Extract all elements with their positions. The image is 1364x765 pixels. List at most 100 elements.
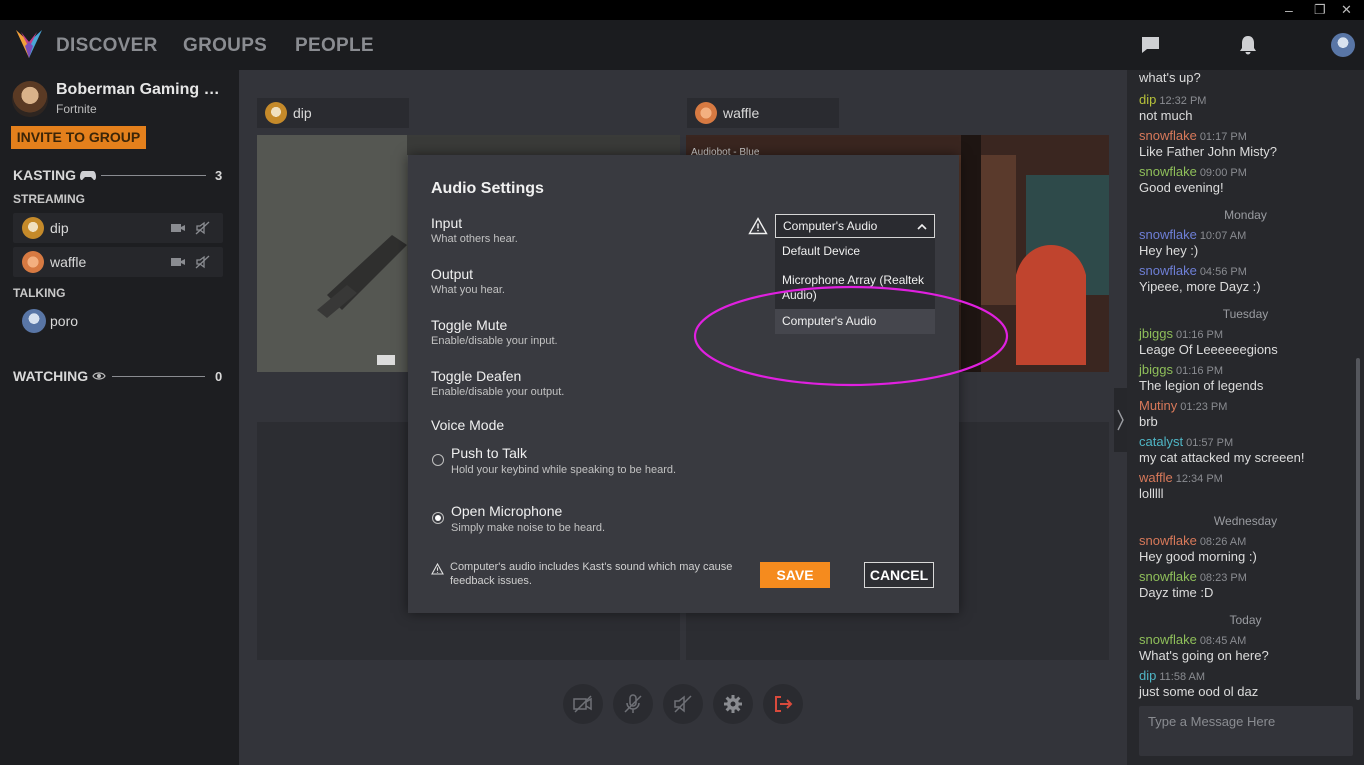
kasting-heading: KASTING — [13, 167, 76, 183]
chat-username[interactable]: dip — [1139, 668, 1156, 683]
kasting-divider — [101, 175, 206, 176]
chat-username[interactable]: snowflake — [1139, 569, 1197, 584]
talking-heading: TALKING — [13, 286, 66, 300]
chat-timestamp: 04:56 PM — [1199, 266, 1247, 278]
chat-username[interactable]: snowflake — [1139, 533, 1197, 548]
chat-message: waffle 12:34 PM lolllll — [1139, 470, 1359, 502]
chat-message-header: snowflake 04:56 PM — [1139, 264, 1359, 279]
streamer-item-waffle[interactable]: waffle — [13, 247, 223, 277]
exit-icon — [775, 696, 793, 712]
chat-username[interactable]: Mutiny — [1139, 398, 1177, 413]
chat-message-header: snowflake 08:23 PM — [1139, 570, 1359, 585]
chat-message-text: my cat attacked my screeen! — [1139, 450, 1305, 465]
kast-logo[interactable] — [14, 28, 44, 60]
restore-icon[interactable]: ❐ — [1314, 3, 1326, 17]
eye-icon — [92, 372, 106, 380]
chat-message-header: dip 12:32 PM — [1139, 93, 1359, 108]
avatar — [22, 217, 44, 239]
chat-username[interactable]: waffle — [1139, 470, 1173, 485]
chat-message-header: catalyst 01:57 PM — [1139, 435, 1359, 450]
chat-day-separator: Monday — [1224, 208, 1267, 222]
window-titlebar: – ❐ ✕ — [0, 0, 1364, 20]
settings-button[interactable] — [713, 684, 753, 724]
camera-icon — [171, 258, 185, 266]
warning-icon — [748, 217, 768, 235]
video-label-waffle: waffle — [687, 98, 839, 128]
chat-message-header: dip 11:58 AM — [1139, 669, 1359, 684]
member-name: poro — [50, 313, 79, 329]
chat-message-text: not much — [1139, 108, 1193, 123]
chat-message-header: snowflake 08:26 AM — [1139, 534, 1359, 549]
chat-message: catalyst 01:57 PM my cat attacked my scree… — [1139, 435, 1359, 466]
chat-username[interactable]: snowflake — [1139, 632, 1197, 647]
chat-icon[interactable] — [1140, 34, 1162, 56]
feedback-warning-note: Computer's audio includes Kast's sound w… — [450, 561, 733, 587]
nav-groups[interactable]: GROUPS — [183, 35, 267, 57]
chat-scrollbar[interactable] — [1356, 358, 1360, 700]
streamer-item-dip[interactable]: dip — [13, 213, 223, 243]
chat-message-text: Dayz time :D — [1139, 585, 1214, 600]
cancel-button[interactable]: CANCEL — [864, 562, 934, 588]
chat-username[interactable]: dip — [1139, 92, 1156, 107]
avatar — [22, 251, 44, 273]
save-button[interactable]: SAVE — [760, 562, 830, 588]
toggle-mute-button[interactable] — [613, 684, 653, 724]
close-icon[interactable]: ✕ — [1341, 3, 1352, 17]
chat-timestamp: 01:23 PM — [1180, 401, 1228, 413]
chat-message-text: The legion of legends — [1139, 378, 1264, 393]
open-microphone-radio[interactable] — [432, 512, 444, 524]
talker-item-poro[interactable]: poro — [13, 306, 223, 336]
input-label: Input — [431, 215, 463, 231]
avatar — [265, 102, 287, 124]
chat-username[interactable]: snowflake — [1139, 263, 1197, 278]
nav-people[interactable]: PEOPLE — [295, 35, 374, 57]
chat-timestamp: 11:58 AM — [1159, 671, 1206, 683]
input-device-select[interactable]: Computer's Audio — [775, 214, 935, 238]
chat-message-input[interactable]: Type a Message Here — [1139, 706, 1353, 756]
chat-timestamp: 12:34 PM — [1175, 473, 1223, 485]
chat-username[interactable]: jbiggs — [1139, 326, 1173, 341]
toggle-deafen-button[interactable] — [663, 684, 703, 724]
chat-username[interactable]: snowflake — [1139, 128, 1197, 143]
chat-timestamp: 08:26 AM — [1199, 536, 1247, 548]
chat-message-text: Hey good morning :) — [1139, 549, 1257, 564]
video-owner-name: dip — [293, 105, 312, 121]
chat-username[interactable]: snowflake — [1139, 164, 1197, 179]
speaker-off-icon — [674, 695, 692, 713]
chat-message-text: Like Father John Misty? — [1139, 144, 1278, 159]
user-avatar[interactable] — [1331, 33, 1355, 57]
invite-to-group-button[interactable]: INVITE TO GROUP — [11, 126, 146, 149]
chat-collapse-handle[interactable] — [1114, 388, 1127, 452]
voice-mode-heading: Voice Mode — [431, 417, 505, 433]
chat-message-text: Yipeee, more Dayz :) — [1139, 279, 1261, 294]
chat-panel: what's up? dip 12:32 PM not much snowflake 01… — [1127, 70, 1364, 765]
chat-timestamp: 01:57 PM — [1186, 437, 1234, 449]
chat-username[interactable]: snowflake — [1139, 227, 1197, 242]
avatar — [22, 309, 46, 333]
chat-username[interactable]: jbiggs — [1139, 362, 1173, 377]
chat-message-header: snowflake 08:45 AM — [1139, 633, 1359, 648]
dialog-title: Audio Settings — [431, 180, 544, 197]
dropdown-option-default-device[interactable]: Default Device — [775, 244, 935, 259]
avatar — [695, 102, 717, 124]
bell-icon[interactable] — [1237, 34, 1259, 56]
speaker-muted-icon — [195, 221, 210, 235]
member-name: dip — [50, 220, 69, 236]
watching-divider — [112, 376, 205, 377]
open-microphone-label[interactable]: Open Microphone — [451, 503, 562, 519]
group-sidebar: Boberman Gaming Party Fortnite INVITE TO… — [0, 70, 239, 765]
leave-stream-button[interactable] — [763, 684, 803, 724]
chat-timestamp: 01:16 PM — [1175, 365, 1224, 377]
camera-icon — [171, 224, 185, 232]
video-owner-name: waffle — [723, 105, 760, 121]
push-to-talk-radio[interactable] — [432, 454, 444, 466]
nav-discover[interactable]: DISCOVER — [56, 35, 158, 57]
toggle-camera-button[interactable] — [563, 684, 603, 724]
chat-message-text: What's going on here? — [1139, 648, 1269, 663]
push-to-talk-label[interactable]: Push to Talk — [451, 445, 527, 461]
chat-message: snowflake 08:23 PM Dayz time :D — [1139, 570, 1359, 601]
chat-username[interactable]: catalyst — [1139, 434, 1183, 449]
chat-message: snowflake 08:26 AM Hey good morning :) — [1139, 534, 1359, 565]
chat-day-separator: Today — [1229, 613, 1262, 627]
minimize-icon[interactable]: – — [1285, 3, 1293, 17]
